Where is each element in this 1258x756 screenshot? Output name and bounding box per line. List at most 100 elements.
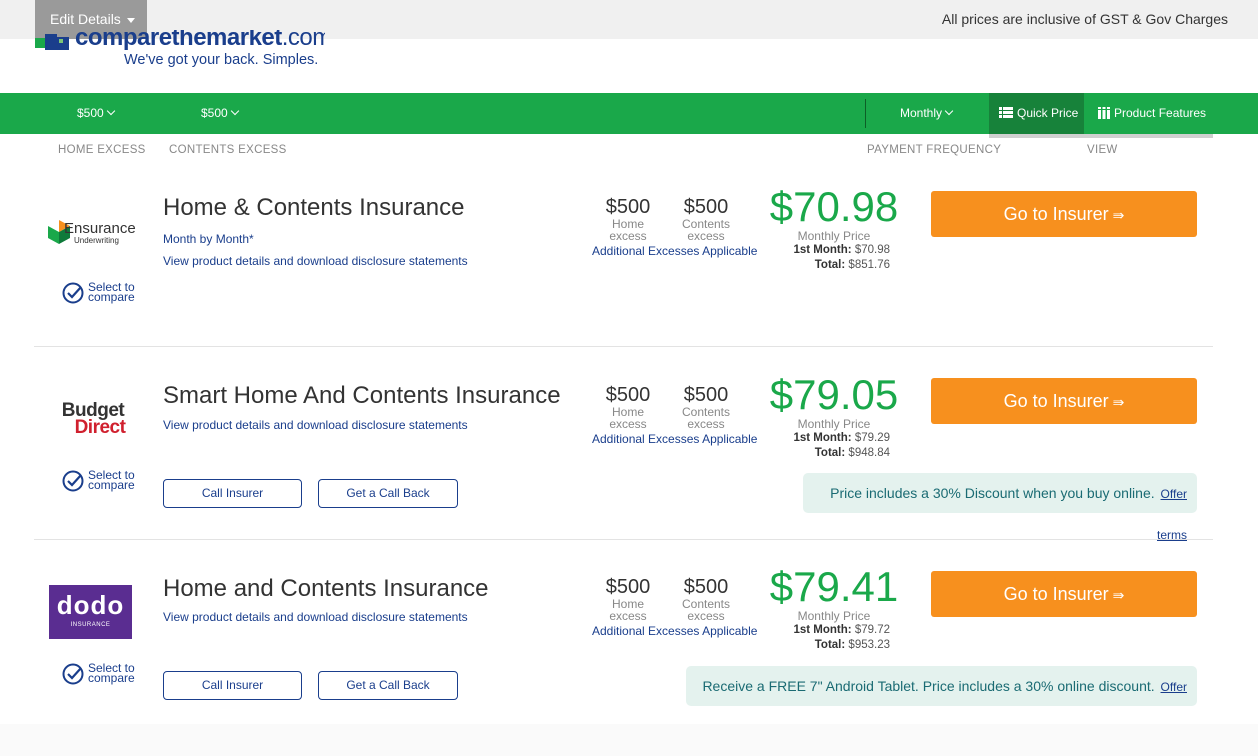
chevron-down-icon bbox=[106, 106, 115, 116]
first-month-line: 1st Month: $79.72 bbox=[793, 624, 890, 636]
call-back-button[interactable]: Get a Call Back bbox=[318, 479, 458, 508]
contents-excess-info: $500 Contents excess bbox=[671, 384, 741, 430]
offer-text: Receive a FREE 7" Android Tablet. Price … bbox=[702, 678, 1155, 694]
view-label: VIEW bbox=[1087, 144, 1118, 156]
site-logo[interactable]: comparethemarket.com.au We've got your b… bbox=[35, 30, 325, 75]
ensurance-logo: Ensurance Underwriting bbox=[48, 220, 148, 246]
total-line: Total: $953.23 bbox=[814, 639, 890, 651]
additional-excesses-link[interactable]: Additional Excesses Applicable bbox=[592, 624, 757, 638]
product-title: Home and Contents Insurance bbox=[163, 575, 489, 602]
price-block: $79.41 Monthly Price 1st Month: $79.72 T… bbox=[769, 565, 899, 653]
ensurance-sub: Underwriting bbox=[74, 236, 119, 245]
go-to-insurer-button[interactable]: Go to Insurer ⇛ bbox=[931, 378, 1197, 424]
dodo-logo: dodo INSURANCE bbox=[49, 585, 132, 639]
row-divider bbox=[34, 539, 1213, 540]
excess-caption: excess bbox=[687, 609, 725, 623]
contents-excess-dropdown[interactable]: $500 bbox=[201, 93, 239, 134]
monthly-price: $70.98 bbox=[769, 183, 899, 230]
dodo-sub: INSURANCE bbox=[70, 622, 111, 628]
total-line: Total: $948.84 bbox=[814, 447, 890, 459]
first-month-line: 1st Month: $70.98 bbox=[793, 244, 890, 256]
view-details-link[interactable]: View product details and download disclo… bbox=[163, 254, 468, 268]
additional-excesses-link[interactable]: Additional Excesses Applicable bbox=[592, 244, 757, 258]
caret-down-icon bbox=[126, 17, 135, 23]
view-details-link[interactable]: View product details and download disclo… bbox=[163, 418, 468, 432]
go-to-insurer-button[interactable]: Go to Insurer ⇛ bbox=[931, 571, 1197, 617]
home-excess-info: $500 Home excess bbox=[593, 576, 663, 622]
monthly-price-label: Monthly Price bbox=[797, 609, 871, 623]
first-month-line: 1st Month: $79.29 bbox=[793, 432, 890, 444]
monthly-price: $79.41 bbox=[769, 563, 899, 610]
budget-direct-line2: Direct bbox=[74, 417, 126, 438]
monthly-price-label: Monthly Price bbox=[797, 417, 871, 431]
logo-name: comparethemarket bbox=[75, 30, 282, 51]
home-excess-value: $500 bbox=[77, 106, 104, 120]
payment-frequency-label: PAYMENT FREQUENCY bbox=[867, 144, 1002, 156]
contents-excess-amount: $500 bbox=[683, 384, 729, 406]
call-insurer-button[interactable]: Call Insurer bbox=[163, 671, 302, 700]
logo-boxes-icon bbox=[35, 34, 69, 50]
contents-excess-value: $500 bbox=[201, 106, 228, 120]
nav-divider bbox=[865, 99, 866, 128]
go-to-insurer-label: Go to Insurer bbox=[1003, 204, 1109, 224]
logo-tagline: We've got your back. Simples. bbox=[124, 52, 319, 68]
offer-terms-link[interactable]: Offer terms bbox=[1157, 487, 1187, 542]
ensurance-name: Ensurance bbox=[64, 220, 136, 237]
excess-caption: excess bbox=[687, 229, 725, 243]
view-product-features-tab[interactable]: Product Features bbox=[1098, 93, 1206, 134]
chevron-down-icon bbox=[230, 106, 239, 116]
home-excess-info: $500 Home excess bbox=[593, 196, 663, 242]
payment-note: Month by Month* bbox=[163, 232, 254, 246]
home-excess-amount: $500 bbox=[605, 384, 651, 406]
call-back-button[interactable]: Get a Call Back bbox=[318, 671, 458, 700]
select-to-compare-label: Select to compare bbox=[88, 661, 135, 685]
gst-note: All prices are inclusive of GST & Gov Ch… bbox=[941, 11, 1228, 27]
monthly-price: $79.05 bbox=[769, 371, 899, 418]
total-line: Total: $851.76 bbox=[814, 259, 890, 271]
home-excess-info: $500 Home excess bbox=[593, 384, 663, 430]
price-block: $70.98 Monthly Price 1st Month: $70.98 T… bbox=[769, 185, 899, 273]
chevron-down-icon bbox=[944, 106, 954, 116]
row-divider bbox=[34, 346, 1213, 347]
logo-wordmark: comparethemarket.com.au bbox=[75, 30, 325, 52]
go-to-insurer-button[interactable]: Go to Insurer ⇛ bbox=[931, 191, 1197, 237]
select-to-compare-label: Select to compare bbox=[88, 468, 135, 492]
excess-caption: excess bbox=[609, 417, 647, 431]
contents-excess-amount: $500 bbox=[683, 576, 729, 598]
check-circle-icon bbox=[62, 663, 84, 685]
result-card: Ensurance Underwriting Select to compare … bbox=[34, 180, 1213, 346]
excess-caption: excess bbox=[609, 609, 647, 623]
home-excess-amount: $500 bbox=[605, 576, 651, 598]
select-to-compare-label: Select to compare bbox=[88, 280, 135, 304]
product-title: Home & Contents Insurance bbox=[163, 194, 465, 221]
offer-banner: Receive a FREE 7" Android Tablet. Price … bbox=[686, 666, 1197, 735]
contents-excess-info: $500 Contents excess bbox=[671, 576, 741, 622]
budget-direct-logo: Budget Direct bbox=[48, 401, 138, 438]
check-circle-icon bbox=[62, 282, 84, 304]
price-block: $79.05 Monthly Price 1st Month: $79.29 T… bbox=[769, 373, 899, 461]
view-quick-price-tab[interactable]: Quick Price bbox=[999, 93, 1078, 134]
home-excess-dropdown[interactable]: $500 bbox=[77, 93, 115, 134]
view-underline bbox=[989, 134, 1213, 138]
home-excess-amount: $500 bbox=[605, 196, 651, 218]
payment-frequency-value: Monthly bbox=[900, 106, 943, 120]
check-circle-icon bbox=[62, 470, 84, 492]
call-insurer-button[interactable]: Call Insurer bbox=[163, 479, 302, 508]
arrow-right-icon: ⇛ bbox=[1112, 207, 1125, 223]
columns-icon bbox=[1098, 106, 1110, 119]
contents-excess-amount: $500 bbox=[683, 196, 729, 218]
additional-excesses-link[interactable]: Additional Excesses Applicable bbox=[592, 432, 757, 446]
contents-excess-label: CONTENTS EXCESS bbox=[169, 144, 287, 156]
result-card: dodo INSURANCE Select to compare Home and… bbox=[34, 560, 1213, 735]
product-title: Smart Home And Contents Insurance bbox=[163, 382, 561, 409]
view-details-link[interactable]: View product details and download disclo… bbox=[163, 610, 468, 624]
arrow-right-icon: ⇛ bbox=[1112, 587, 1125, 603]
offer-text: Price includes a 30% Discount when you b… bbox=[830, 485, 1155, 501]
excess-caption: excess bbox=[687, 417, 725, 431]
payment-frequency-dropdown[interactable]: Monthly bbox=[900, 93, 954, 134]
monthly-price-label: Monthly Price bbox=[797, 229, 871, 243]
logo-tld: .com.au bbox=[281, 30, 325, 51]
contents-excess-info: $500 Contents excess bbox=[671, 196, 741, 242]
arrow-right-icon: ⇛ bbox=[1112, 394, 1125, 410]
view-quick-price-label: Quick Price bbox=[1017, 106, 1079, 120]
